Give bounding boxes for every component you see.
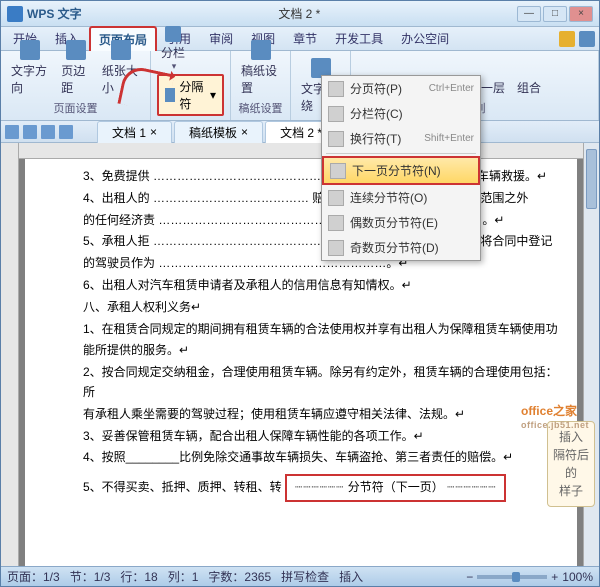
skin-icon[interactable] [559, 31, 575, 47]
status-section: 节：1/3 [70, 568, 111, 585]
vertical-ruler[interactable] [1, 143, 19, 566]
undo-icon[interactable] [41, 125, 55, 139]
columns-button[interactable]: 分栏 [157, 24, 189, 74]
horizontal-ruler[interactable] [19, 143, 583, 159]
watermark: office之家 office.jb51.net [521, 399, 589, 430]
menu-item-line-break[interactable]: 换行符(T)Shift+Enter [322, 126, 480, 151]
margins-button[interactable]: 页边距 [57, 38, 94, 98]
tab-dev[interactable]: 开发工具 [327, 27, 391, 50]
body-line: 6、出租人对汽车租赁申请者及承租人的信用信息有知情权。↵ [83, 276, 559, 296]
doc-tab-template[interactable]: 稿纸模板× [174, 121, 263, 143]
help-icon[interactable] [579, 31, 595, 47]
zoom-in-icon[interactable]: + [551, 570, 558, 584]
tab-office[interactable]: 办公空间 [393, 27, 457, 50]
close-button[interactable]: × [569, 6, 593, 22]
status-words: 字数：2365 [208, 568, 271, 585]
menu-item-continuous-section[interactable]: 连续分节符(O) [322, 185, 480, 210]
redo-icon[interactable] [59, 125, 73, 139]
quick-access-toolbar: 文档 1× 稿纸模板× 文档 2 *× [1, 121, 599, 143]
zoom-control[interactable]: − + 100% [466, 570, 593, 584]
paper-size-button[interactable]: 纸张大小 [98, 38, 144, 98]
body-line: 1、在租赁合同规定的期间拥有租赁车辆的合法使用权并享有出租人为保障租赁车辆使用功 [83, 320, 559, 340]
breaks-menu: 分页符(P)Ctrl+Enter 分栏符(C) 换行符(T)Shift+Ente… [321, 75, 481, 261]
text-direction-button[interactable]: 文字方向 [7, 38, 53, 98]
menu-item-page-break[interactable]: 分页符(P)Ctrl+Enter [322, 76, 480, 101]
annotation-callout: 插入 隔符后的 样子 [547, 421, 595, 507]
gridpaper-button[interactable]: 稿纸设置 [237, 38, 284, 98]
status-page: 页面：1/3 [7, 568, 60, 585]
app-title: WPS 文字 [27, 5, 82, 22]
menu-item-odd-page-section[interactable]: 奇数页分节符(D) [322, 235, 480, 260]
group-button[interactable]: 组合 [513, 77, 545, 98]
section-break-marker: ┈┈┈┈┈┈ 分节符（下一页） ┈┈┈┈┈┈ [285, 474, 506, 502]
chevron-down-icon: ▾ [210, 88, 216, 102]
section-break-line: 5、不得买卖、抵押、质押、转租、转 ┈┈┈┈┈┈ 分节符（下一页） ┈┈┈┈┈┈ [83, 470, 559, 506]
print-icon[interactable] [23, 125, 37, 139]
save-icon[interactable] [5, 125, 19, 139]
body-line: 八、承租人权利义务↵ [83, 298, 559, 318]
body-line: 能所提供的服务。↵ [83, 341, 559, 361]
breaks-icon [165, 88, 175, 102]
menu-item-even-page-section[interactable]: 偶数页分节符(E) [322, 210, 480, 235]
zoom-out-icon[interactable]: − [466, 570, 473, 584]
document-page[interactable]: 3、免费提供 …………………………………………维修、本市区域内的租赁车辆救援。↵… [25, 159, 577, 566]
status-insert[interactable]: 插入 [339, 568, 363, 585]
body-line: 2、按合同规定交纳租金，合理使用租赁车辆。除另有约定外，租赁车辆的合理使用包括：… [83, 363, 559, 403]
scroll-thumb[interactable] [586, 149, 597, 209]
close-icon[interactable]: × [241, 125, 248, 139]
tab-chapter[interactable]: 章节 [285, 27, 325, 50]
doc-tab-1[interactable]: 文档 1× [97, 121, 172, 143]
body-line: 3、妥善保管租赁车辆，配合出租人保障车辆性能的各项工作。↵ [83, 427, 559, 447]
ribbon: 文字方向 页边距 纸张大小 页面设置 分栏 分隔符 ▾ 分页符(P)Ctrl+E… [1, 51, 599, 121]
group-label-page-setup: 页面设置 [7, 100, 144, 116]
statusbar: 页面：1/3 节：1/3 行：18 列：1 字数：2365 拼写检查 插入 − … [1, 566, 599, 586]
menu-item-column-break[interactable]: 分栏符(C) [322, 101, 480, 126]
minimize-button[interactable]: — [517, 6, 541, 22]
body-line: 4、按照________比例免除交通事故车辆损失、车辆盗抢、第三者责任的赔偿。↵ [83, 448, 559, 468]
menu-item-next-page-section[interactable]: 下一页分节符(N) [322, 156, 480, 185]
titlebar: WPS 文字 文档 2 * — □ × [1, 1, 599, 27]
zoom-slider[interactable] [477, 575, 547, 579]
status-spellcheck[interactable]: 拼写检查 [281, 568, 329, 585]
zoom-value: 100% [562, 570, 593, 584]
breaks-label: 分隔符 [179, 78, 206, 112]
editor-area: 3、免费提供 …………………………………………维修、本市区域内的租赁车辆救援。↵… [1, 143, 599, 566]
maximize-button[interactable]: □ [543, 6, 567, 22]
breaks-dropdown[interactable]: 分隔符 ▾ [157, 74, 224, 116]
close-icon[interactable]: × [150, 125, 157, 139]
doc-title: 文档 2 * [82, 5, 517, 22]
app-logo [7, 6, 23, 22]
status-col: 列：1 [168, 568, 199, 585]
status-row: 行：18 [120, 568, 157, 585]
body-line: 有承租人乘坐需要的驾驶过程；使用租赁车辆应遵守相关法律、法规。↵ [83, 405, 559, 425]
